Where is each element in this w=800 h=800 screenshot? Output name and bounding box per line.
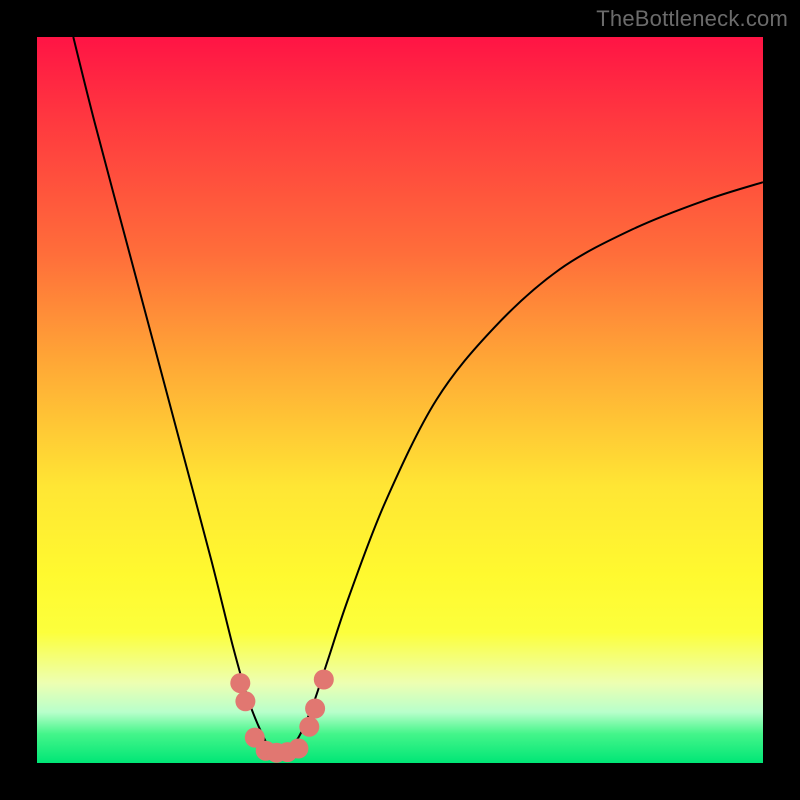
curve-svg (37, 37, 763, 763)
plot-area (37, 37, 763, 763)
marker-point (299, 717, 319, 737)
marker-point (305, 699, 325, 719)
marker-point (314, 670, 334, 690)
marker-point (288, 739, 308, 759)
marker-point (230, 673, 250, 693)
bottleneck-curve (73, 37, 763, 754)
marker-point (235, 691, 255, 711)
chart-frame: TheBottleneck.com (0, 0, 800, 800)
watermark-text: TheBottleneck.com (596, 6, 788, 32)
marker-group (230, 670, 333, 763)
